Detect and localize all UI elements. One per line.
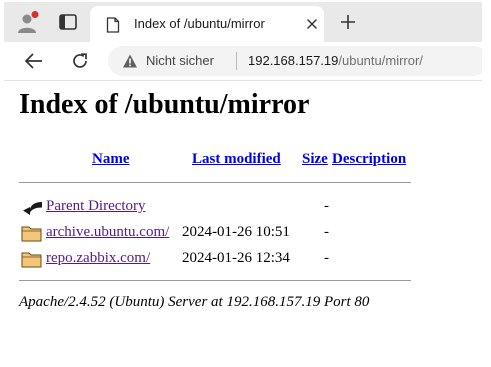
- table-row: Parent Directory -: [4, 197, 482, 217]
- warning-icon[interactable]: [122, 53, 138, 69]
- divider-top: [19, 182, 411, 183]
- table-row: repo.zabbix.com/ 2024-01-26 12:34 -: [4, 249, 482, 269]
- row-modified: 2024-01-26 10:51: [182, 224, 290, 240]
- tab-actions-icon[interactable]: [56, 10, 80, 34]
- profile-icon[interactable]: [16, 10, 40, 34]
- divider-bottom: [19, 280, 411, 281]
- address-bar[interactable]: Nicht sicher 192.168.157.19/ubuntu/mirro…: [108, 46, 482, 76]
- close-icon[interactable]: [306, 18, 318, 30]
- page-content: Index of /ubuntu/mirror Name Last modifi…: [4, 81, 482, 342]
- back-arrow-icon[interactable]: [24, 52, 44, 70]
- tab-active[interactable]: Index of /ubuntu/mirror: [90, 6, 324, 42]
- page-icon: [106, 17, 120, 33]
- row-size: -: [324, 224, 329, 240]
- column-header-size[interactable]: Size: [302, 151, 328, 168]
- folder-icon: [21, 226, 42, 242]
- server-signature: Apache/2.4.52 (Ubuntu) Server at 192.168…: [19, 294, 370, 310]
- new-tab-icon[interactable]: [340, 14, 356, 30]
- url-text[interactable]: 192.168.157.19/ubuntu/mirror/: [248, 53, 423, 68]
- page-title: Index of /ubuntu/mirror: [19, 89, 310, 120]
- folder-link-archive[interactable]: archive.ubuntu.com/: [46, 224, 169, 241]
- navigation-toolbar: Nicht sicher 192.168.157.19/ubuntu/mirro…: [4, 42, 482, 81]
- column-header-last-modified[interactable]: Last modified: [192, 151, 281, 168]
- column-header-description[interactable]: Description: [332, 151, 406, 168]
- folder-link-repo[interactable]: repo.zabbix.com/: [46, 250, 150, 267]
- row-size: -: [324, 198, 329, 214]
- url-host: 192.168.157.19: [248, 53, 339, 68]
- row-size: -: [324, 250, 329, 266]
- column-header-name[interactable]: Name: [92, 151, 130, 168]
- security-status-label[interactable]: Nicht sicher: [146, 53, 214, 68]
- back-arrow-icon: [23, 202, 42, 215]
- url-path: /ubuntu/mirror/: [338, 53, 423, 68]
- table-row: archive.ubuntu.com/ 2024-01-26 10:51 -: [4, 223, 482, 243]
- address-separator: [236, 52, 237, 70]
- tab-title: Index of /ubuntu/mirror: [134, 16, 265, 31]
- folder-icon: [21, 252, 42, 268]
- row-modified: 2024-01-26 12:34: [182, 250, 290, 266]
- browser-window: Index of /ubuntu/mirror Nicht sicher 192…: [4, 2, 482, 342]
- reload-icon[interactable]: [70, 51, 90, 71]
- tab-strip: Index of /ubuntu/mirror: [4, 2, 482, 43]
- parent-directory-link[interactable]: Parent Directory: [46, 198, 146, 215]
